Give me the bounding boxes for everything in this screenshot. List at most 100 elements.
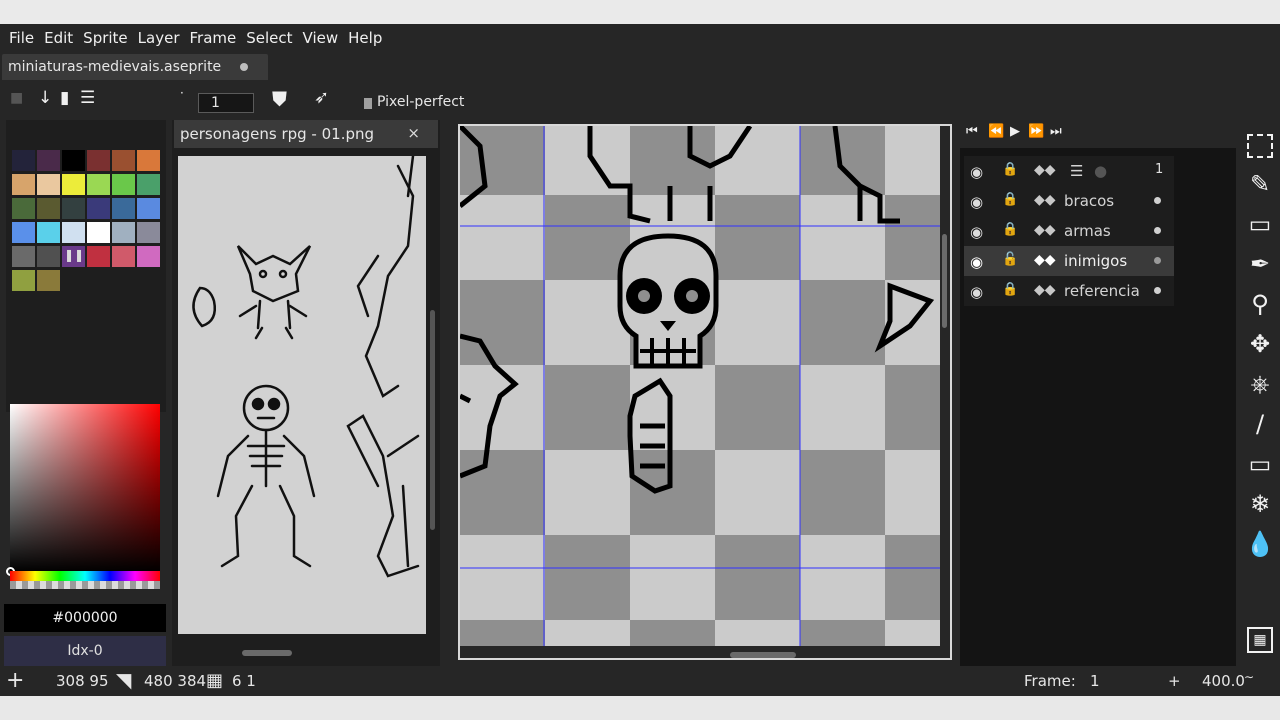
lock-icon[interactable]: 🔒 <box>1002 162 1018 177</box>
palette-swatch[interactable] <box>137 150 160 171</box>
palette-swatch[interactable] <box>62 222 85 243</box>
brush-size-field[interactable]: 1 <box>198 93 254 113</box>
menu-file[interactable]: File <box>4 24 39 52</box>
droplet-icon[interactable]: 💧 <box>1242 528 1278 560</box>
reference-horizontal-scrollbar[interactable] <box>242 650 292 656</box>
spray-icon[interactable]: ➶ <box>314 87 329 108</box>
menu-help[interactable]: Help <box>343 24 387 52</box>
palette-swatch[interactable] <box>12 246 35 267</box>
move-icon[interactable]: ✥ <box>1242 328 1278 360</box>
cel-dot[interactable] <box>1154 257 1161 264</box>
hue-slider[interactable] <box>10 571 160 581</box>
palette-swatch[interactable] <box>87 150 110 171</box>
tile-icon[interactable]: ▦ <box>1242 624 1278 656</box>
palette-swatch[interactable] <box>87 246 110 267</box>
menu-lines-icon[interactable]: ☰ <box>80 88 95 108</box>
eye-icon[interactable]: ◉ <box>970 253 983 271</box>
first-frame-icon[interactable]: ⏮ <box>966 124 978 139</box>
cel-dot[interactable] <box>1154 197 1161 204</box>
palette-swatch[interactable] <box>137 222 160 243</box>
play-icon[interactable]: ▶ <box>1010 124 1020 139</box>
palette-swatch[interactable] <box>137 246 160 267</box>
color-index-field[interactable]: Idx-0 <box>4 636 166 666</box>
zoom-plus-button[interactable]: + <box>1168 672 1181 690</box>
palette-swatch[interactable] <box>87 174 110 195</box>
palette-swatch[interactable] <box>12 270 35 291</box>
eyedropper-icon[interactable]: ✒ <box>1242 248 1278 280</box>
link-icon[interactable]: ◆◆ <box>1034 222 1056 238</box>
layer-row-referencia[interactable]: ◉ 🔒 ◆◆ referencia <box>964 276 1174 306</box>
palette-menu-icon[interactable]: ❚❚ <box>64 248 84 262</box>
menu-edit[interactable]: Edit <box>39 24 78 52</box>
cel-dot[interactable] <box>1154 287 1161 294</box>
palette-swatch[interactable] <box>112 198 135 219</box>
link-icon[interactable]: ◆◆ <box>1034 162 1056 178</box>
color-hex-field[interactable]: #000000 <box>4 604 166 632</box>
arrow-down-icon[interactable]: ↓ <box>38 88 52 108</box>
blur-icon[interactable]: ❄ <box>1242 488 1278 520</box>
frame-input[interactable]: 1 <box>1090 672 1100 690</box>
next-frame-icon[interactable]: ⏩ <box>1028 124 1044 139</box>
lock-icon[interactable]: ■ <box>10 90 23 106</box>
palette-swatch[interactable] <box>12 150 35 171</box>
palette-swatch[interactable] <box>12 222 35 243</box>
lock-icon[interactable]: 🔒 <box>1002 192 1018 207</box>
zoom-dropdown-icon[interactable]: ∼ <box>1244 670 1254 684</box>
document-tab[interactable]: miniaturas-medievais.aseprite <box>2 54 268 80</box>
layer-row-armas[interactable]: ◉ 🔒 ◆◆ armas <box>964 216 1174 246</box>
menu-sprite[interactable]: Sprite <box>78 24 133 52</box>
menu-select[interactable]: Select <box>241 24 297 52</box>
menu-frame[interactable]: Frame <box>185 24 242 52</box>
rectangle-icon[interactable]: ▭ <box>1242 448 1278 480</box>
palette-swatch[interactable] <box>87 222 110 243</box>
layer-row-inimigos[interactable]: ◉ 🔓 ◆◆ inimigos <box>964 246 1174 276</box>
layer-row-bracos[interactable]: ◉ 🔒 ◆◆ bracos <box>964 186 1174 216</box>
palette-swatch[interactable] <box>37 246 60 267</box>
reference-tab[interactable]: personagens rpg - 01.png × <box>174 120 438 148</box>
palette-swatch[interactable] <box>62 174 85 195</box>
last-frame-icon[interactable]: ⏭ <box>1050 124 1062 139</box>
onion-skin-icon[interactable]: ● <box>1094 162 1107 180</box>
zoom-icon[interactable]: ⚲ <box>1242 288 1278 320</box>
link-icon[interactable]: ◆◆ <box>1034 282 1056 298</box>
palette-swatch[interactable] <box>37 222 60 243</box>
paint-bucket-icon[interactable]: ⎈ <box>1242 368 1278 400</box>
frame-column-header[interactable]: 1 <box>1155 162 1163 177</box>
brush-type-dot-icon[interactable]: · <box>180 86 184 100</box>
reference-vertical-scrollbar[interactable] <box>430 310 435 530</box>
menu-view[interactable]: View <box>298 24 344 52</box>
palette-swatch[interactable] <box>87 198 110 219</box>
palette-swatch[interactable] <box>37 174 60 195</box>
previous-frame-icon[interactable]: ⏪ <box>988 124 1004 139</box>
lock-icon[interactable]: 🔒 <box>1002 282 1018 297</box>
pencil-icon[interactable]: ✎ <box>1242 168 1278 200</box>
palette-swatch[interactable] <box>37 270 60 291</box>
reference-image[interactable] <box>178 156 426 634</box>
palette-swatch[interactable] <box>112 246 135 267</box>
eraser-icon[interactable]: ▭ <box>1242 208 1278 240</box>
canvas-horizontal-scrollbar[interactable] <box>730 652 796 658</box>
pixel-perfect-checkbox[interactable] <box>364 98 372 109</box>
palette-swatch[interactable] <box>112 222 135 243</box>
palette-swatch[interactable] <box>112 174 135 195</box>
rectangular-marquee-icon[interactable] <box>1242 130 1278 162</box>
eye-icon[interactable]: ◉ <box>970 163 983 181</box>
palette-swatch[interactable] <box>62 150 85 171</box>
palette-swatch[interactable] <box>62 198 85 219</box>
lock-icon[interactable]: 🔓 <box>1002 252 1018 267</box>
link-icon[interactable]: ◆◆ <box>1034 252 1056 268</box>
palette-swatch[interactable] <box>12 198 35 219</box>
eye-icon[interactable]: ◉ <box>970 223 983 241</box>
menu-layer[interactable]: Layer <box>133 24 185 52</box>
eye-icon[interactable]: ◉ <box>970 193 983 211</box>
page-icon[interactable]: ▮ <box>60 88 69 108</box>
palette-swatch[interactable] <box>112 150 135 171</box>
link-icon[interactable]: ◆◆ <box>1034 192 1056 208</box>
sprite-editor-canvas[interactable] <box>458 124 952 660</box>
palette-swatch[interactable] <box>12 174 35 195</box>
palette-swatch[interactable] <box>137 198 160 219</box>
alpha-slider[interactable] <box>10 581 160 589</box>
canvas-vertical-scrollbar[interactable] <box>942 234 947 328</box>
lock-icon[interactable]: 🔒 <box>1002 222 1018 237</box>
unsaved-dot-icon[interactable] <box>240 63 248 71</box>
